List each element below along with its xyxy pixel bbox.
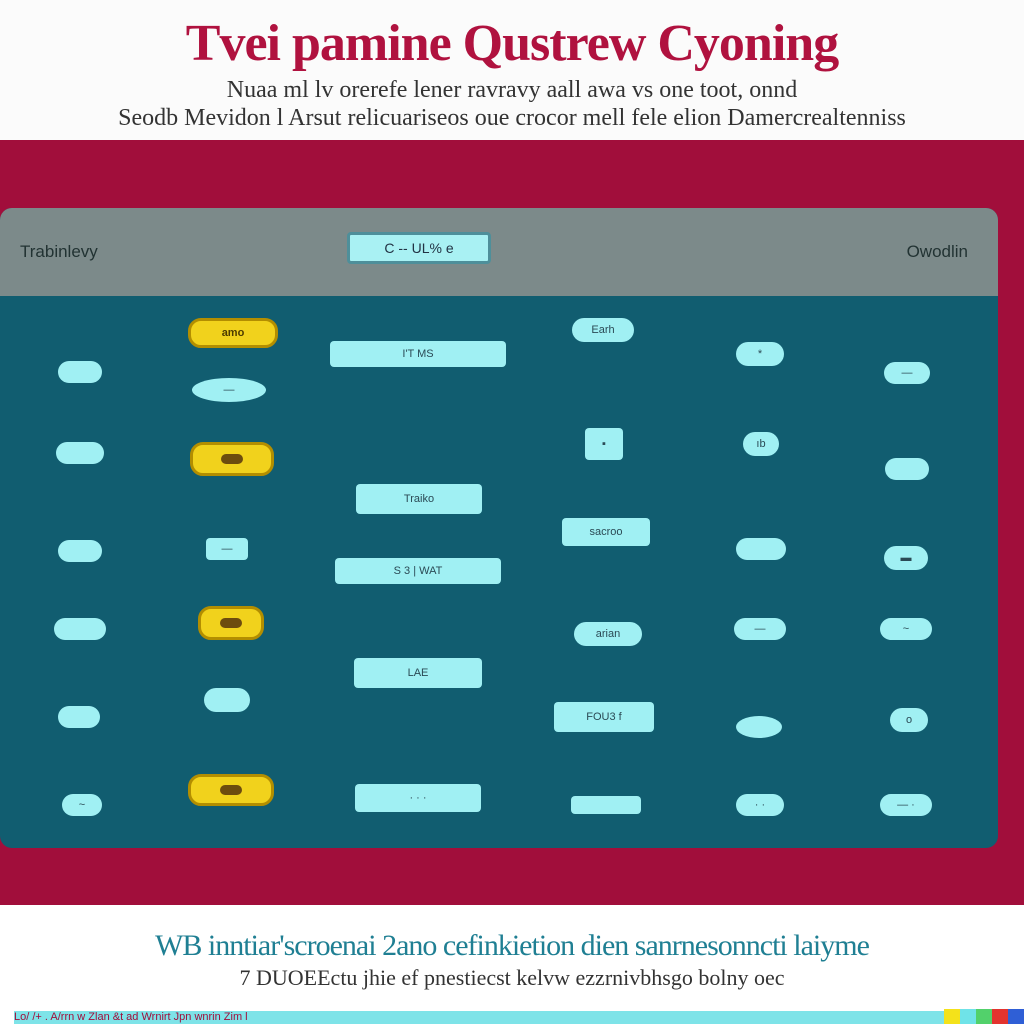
chip-19[interactable]: ▬ bbox=[884, 546, 928, 570]
chip-36[interactable]: — · bbox=[880, 794, 932, 816]
page-subtitle-1: Nuaa ml lv orerefe lener ravravy aall aw… bbox=[226, 77, 798, 103]
app-window: Trabinlevy C -- UL% e Owodlin amo Earh I'T… bbox=[0, 208, 998, 848]
chip-12[interactable] bbox=[885, 458, 929, 480]
chip-10[interactable]: ▪ bbox=[585, 428, 623, 460]
control-grid: amo Earh I'T MS — * — ▪ ıb Traiko sacroo — S 3 | WA… bbox=[0, 296, 998, 848]
chip-25[interactable] bbox=[204, 688, 250, 712]
chip-11[interactable]: ıb bbox=[743, 432, 779, 456]
chip-32[interactable] bbox=[188, 774, 274, 806]
chip-4[interactable] bbox=[58, 361, 102, 383]
chip-7[interactable]: — bbox=[884, 362, 930, 384]
chip-24[interactable]: ~ bbox=[880, 618, 932, 640]
color-swatches bbox=[944, 1009, 1024, 1024]
chip-8[interactable] bbox=[56, 442, 104, 464]
chip-23[interactable]: — bbox=[734, 618, 786, 640]
page-subtitle-2: Seodb Mevidon l Arsut relicuariseos oue … bbox=[118, 105, 906, 131]
chip-34[interactable] bbox=[571, 796, 641, 814]
page-header: Tvei pamine Qustrew Cyoning Nuaa ml lv o… bbox=[0, 0, 1024, 140]
chip-27[interactable] bbox=[58, 706, 100, 728]
chip-13[interactable]: Traiko bbox=[356, 484, 482, 514]
chip-1[interactable]: amo bbox=[188, 318, 278, 348]
chip-15[interactable] bbox=[58, 540, 102, 562]
chip-17[interactable]: S 3 | WAT bbox=[335, 558, 501, 584]
page-footer: WB inntiar'scroenai 2ano cefinkietion di… bbox=[0, 905, 1024, 1024]
footer-headline: WB inntiar'scroenai 2ano cefinkietion di… bbox=[155, 929, 870, 962]
toolbar-left-label[interactable]: Trabinlevy bbox=[20, 242, 98, 262]
chip-16[interactable]: — bbox=[206, 538, 248, 560]
chip-33[interactable]: · · · bbox=[355, 784, 481, 812]
chip-marker-icon bbox=[221, 454, 243, 465]
chip-marker-icon bbox=[220, 618, 242, 629]
footer-caption: 7 DUOEEctu jhie ef pnestiecst kelvw ezzr… bbox=[239, 965, 785, 990]
chip-26[interactable]: LAE bbox=[354, 658, 482, 688]
chip-29[interactable] bbox=[736, 716, 782, 738]
chip-20[interactable] bbox=[54, 618, 106, 640]
chip-28[interactable]: FOU3 f bbox=[554, 702, 654, 732]
footer-strip: Lo/ /+ . A/rrn w Zlan &t ad Wrnirt Jpn w… bbox=[14, 1011, 944, 1024]
page-title: Tvei pamine Qustrew Cyoning bbox=[185, 15, 839, 72]
search-input[interactable]: C -- UL% e bbox=[347, 232, 491, 264]
toolbar: Trabinlevy C -- UL% e Owodlin bbox=[0, 208, 998, 296]
chip-35[interactable]: · · bbox=[736, 794, 784, 816]
chip-21[interactable] bbox=[198, 606, 264, 640]
chip-3[interactable]: I'T MS bbox=[330, 341, 506, 367]
toolbar-right-label[interactable]: Owodlin bbox=[907, 242, 968, 262]
chip-14[interactable]: sacroo bbox=[562, 518, 650, 546]
chip-22[interactable]: arian bbox=[574, 622, 642, 646]
chip-9[interactable] bbox=[190, 442, 274, 476]
chip-31[interactable]: ~ bbox=[62, 794, 102, 816]
chip-30[interactable]: o bbox=[890, 708, 928, 732]
chip-6[interactable]: * bbox=[736, 342, 784, 366]
chip-marker-icon bbox=[220, 785, 242, 796]
chip-18[interactable] bbox=[736, 538, 786, 560]
chip-5[interactable]: — bbox=[192, 378, 266, 402]
chip-2[interactable]: Earh bbox=[572, 318, 634, 342]
